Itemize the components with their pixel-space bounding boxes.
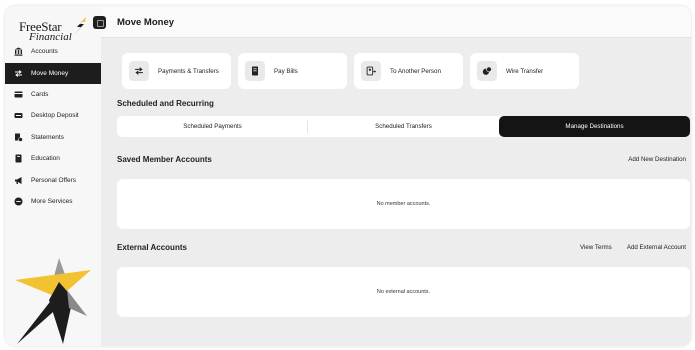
sidebar-toggle-button[interactable] [93, 16, 106, 29]
top-bar: Move Money [101, 6, 691, 38]
book-icon [14, 154, 23, 163]
sidebar-item-statements[interactable]: Statements [5, 127, 101, 149]
main-content: Move Money Payments & Transfers Pay Bill… [101, 6, 691, 346]
member-accounts-card: No member accounts. [117, 179, 690, 229]
deposit-icon [14, 111, 23, 120]
bill-icon [245, 61, 265, 81]
app-window: FreeStar Financial Accounts Move Money C… [5, 6, 691, 346]
sidebar-item-desktop-deposit[interactable]: Desktop Deposit [5, 105, 101, 127]
statements-icon [14, 133, 23, 142]
member-accounts-empty-text: No member accounts. [376, 201, 431, 207]
sidebar-item-label: Accounts [31, 48, 58, 56]
add-external-account-link[interactable]: Add External Account [627, 244, 686, 251]
wire-icon [477, 61, 497, 81]
tab-scheduled-transfers[interactable]: Scheduled Transfers [308, 116, 499, 137]
sidebar: FreeStar Financial Accounts Move Money C… [5, 6, 101, 346]
sidebar-item-accounts[interactable]: Accounts [5, 41, 101, 63]
sidebar-nav: Accounts Move Money Cards Desktop Deposi… [5, 41, 101, 213]
megaphone-icon [14, 176, 23, 185]
external-accounts-card: No external accounts. [117, 267, 690, 317]
sidebar-item-label: Personal Offers [31, 176, 77, 184]
sidebar-item-more-services[interactable]: More Services [5, 191, 101, 213]
sidebar-item-label: Move Money [31, 69, 69, 77]
quick-action-wire-transfer[interactable]: Wire Transfer [470, 53, 579, 89]
quick-action-pay-bills[interactable]: Pay Bills [238, 53, 347, 89]
sidebar-item-education[interactable]: Education [5, 148, 101, 170]
logo-star-icon [74, 17, 86, 35]
quick-action-to-another-person[interactable]: To Another Person [354, 53, 463, 89]
sidebar-item-label: Desktop Deposit [31, 112, 79, 120]
quick-action-payments-transfers[interactable]: Payments & Transfers [122, 53, 231, 89]
bank-icon [14, 47, 23, 56]
sidebar-item-label: Cards [31, 90, 49, 98]
sidebar-item-label: More Services [31, 198, 73, 206]
sidebar-item-move-money[interactable]: Move Money [5, 62, 101, 84]
view-terms-link[interactable]: View Terms [580, 244, 612, 251]
quick-action-label: Payments & Transfers [158, 67, 219, 75]
page-title: Move Money [117, 17, 175, 28]
tab-manage-destinations[interactable]: Manage Destinations [499, 116, 690, 137]
sidebar-item-label: Statements [31, 133, 64, 141]
transfer-icon [129, 61, 149, 81]
brand-logo[interactable]: FreeStar Financial [15, 11, 86, 43]
brand-star-graphic [15, 258, 91, 344]
external-accounts-empty-text: No external accounts. [376, 289, 431, 295]
more-icon [14, 197, 23, 206]
quick-action-label: To Another Person [390, 67, 441, 75]
quick-action-label: Pay Bills [274, 67, 298, 75]
sidebar-item-label: Education [31, 155, 60, 163]
transfer-icon [14, 69, 23, 78]
card-icon [14, 90, 23, 99]
saved-member-accounts-title: Saved Member Accounts [117, 155, 212, 164]
scheduled-tabs: Scheduled Payments Scheduled Transfers M… [117, 116, 690, 137]
person-transfer-icon [361, 61, 381, 81]
tab-scheduled-payments[interactable]: Scheduled Payments [117, 116, 308, 137]
scheduled-section-title: Scheduled and Recurring [117, 99, 214, 108]
external-accounts-title: External Accounts [117, 243, 187, 252]
sidebar-item-personal-offers[interactable]: Personal Offers [5, 170, 101, 192]
sidebar-item-cards[interactable]: Cards [5, 84, 101, 106]
add-new-destination-link[interactable]: Add New Destination [628, 156, 686, 163]
quick-action-label: Wire Transfer [506, 67, 544, 75]
